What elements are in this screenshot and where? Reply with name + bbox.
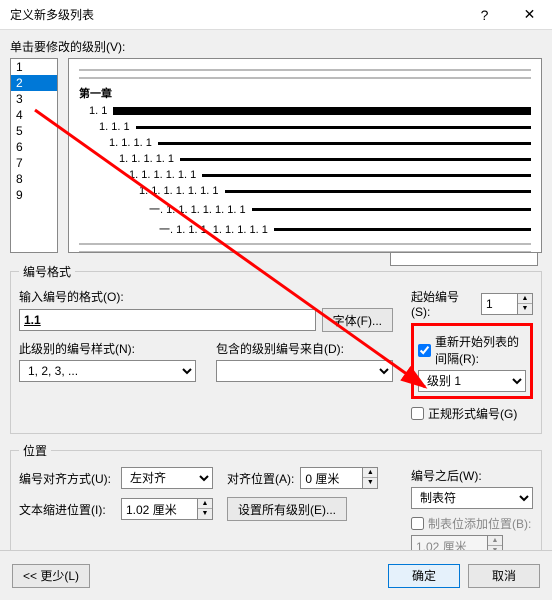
preview-text-bar [252,208,531,211]
level-item-8[interactable]: 8 [11,171,57,187]
preview-number: 一. 1. 1. 1. 1. 1. 1. 1. 1 [159,221,268,237]
aligned-at-input[interactable] [300,467,362,489]
level-item-7[interactable]: 7 [11,155,57,171]
preview-number: 1. 1. 1 [99,121,130,133]
level-item-5[interactable]: 5 [11,123,57,139]
level-listbox[interactable]: 123456789 [10,58,58,253]
title-bar: 定义新多级列表 ? ✕ [0,0,552,30]
preview-text-bar [274,228,531,231]
preview-number: 1. 1. 1. 1. 1 [119,153,174,165]
include-level-label: 包含的级别编号来自(D): [216,340,393,357]
preview-number: 1. 1. 1. 1. 1. 1. 1 [139,185,219,197]
level-item-3[interactable]: 3 [11,91,57,107]
number-style-select[interactable]: 1, 2, 3, ... [19,360,196,382]
follow-number-select[interactable]: 制表符 [411,487,533,509]
preview-text-bar [136,126,531,129]
include-level-select[interactable] [216,360,393,382]
position-group: 位置 编号对齐方式(U): 左对齐 对齐位置(A): ▲▼ 文本缩进位置(I): [10,442,542,566]
level-list-label: 单击要修改的级别(V): [10,38,542,55]
format-label: 输入编号的格式(O): [19,288,393,305]
preview-number: 一. 1. 1. 1. 1. 1. 1. 1 [149,201,246,217]
close-button[interactable]: ✕ [507,0,552,30]
level-item-4[interactable]: 4 [11,107,57,123]
cancel-button[interactable]: 取消 [468,564,540,588]
preview-text-bar [113,107,531,115]
less-button[interactable]: << 更少(L) [12,564,90,588]
text-indent-spinner[interactable]: ▲▼ [197,498,213,520]
ok-button[interactable]: 确定 [388,564,460,588]
follow-number-label: 编号之后(W): [411,467,533,484]
number-style-label: 此级别的编号样式(N): [19,340,196,357]
preview-number: 1. 1. 1. 1 [109,137,152,149]
restart-list-label: 重新开始列表的间隔(R): [435,333,526,367]
text-indent-label: 文本缩进位置(I): [19,501,115,518]
preview-pane: 第一章 1. 1 1. 1. 1 1. 1. 1. 1 1. 1. 1. 1. 1 1. … [68,58,542,253]
aligned-at-spinner[interactable]: ▲▼ [362,467,378,489]
aligned-at-label: 对齐位置(A): [227,470,294,487]
level-item-9[interactable]: 9 [11,187,57,203]
dialog-footer: << 更少(L) 确定 取消 [0,550,552,600]
number-format-group: 编号格式 输入编号的格式(O): 字体(F)... 此级别的编号样式(N): 1… [10,263,542,434]
number-format-legend: 编号格式 [19,263,75,280]
set-all-levels-button[interactable]: 设置所有级别(E)... [227,497,347,521]
tabstop-checkbox[interactable] [411,517,424,530]
preview-number: 1. 1. 1. 1. 1. 1 [129,169,196,181]
position-legend: 位置 [19,442,51,459]
restart-highlight-box: 重新开始列表的间隔(R): 级别 1 [411,323,533,399]
alignment-select[interactable]: 左对齐 [121,467,213,489]
level-item-6[interactable]: 6 [11,139,57,155]
font-button[interactable]: 字体(F)... [322,308,393,332]
start-at-label: 起始编号(S): [411,288,477,319]
preview-text-bar [202,174,531,177]
preview-text-bar [225,190,532,193]
legal-numbering-label: 正规形式编号(G) [428,405,517,422]
number-format-input[interactable] [19,309,316,331]
dialog-title: 定义新多级列表 [10,6,462,23]
preview-text-bar [158,142,531,145]
start-at-spinner[interactable]: ▲▼ [517,293,533,315]
text-indent-input[interactable] [121,498,197,520]
help-button[interactable]: ? [462,0,507,30]
preview-text-bar [180,158,531,161]
legal-numbering-checkbox[interactable] [411,407,424,420]
start-at-input[interactable] [481,293,517,315]
restart-list-checkbox[interactable] [418,344,431,357]
preview-number: 第一章 [79,85,112,101]
tabstop-label: 制表位添加位置(B): [428,515,531,532]
restart-list-select[interactable]: 级别 1 [418,370,526,392]
level-item-2[interactable]: 2 [11,75,57,91]
level-item-1[interactable]: 1 [11,59,57,75]
alignment-label: 编号对齐方式(U): [19,470,115,487]
preview-number: 1. 1 [89,105,107,117]
